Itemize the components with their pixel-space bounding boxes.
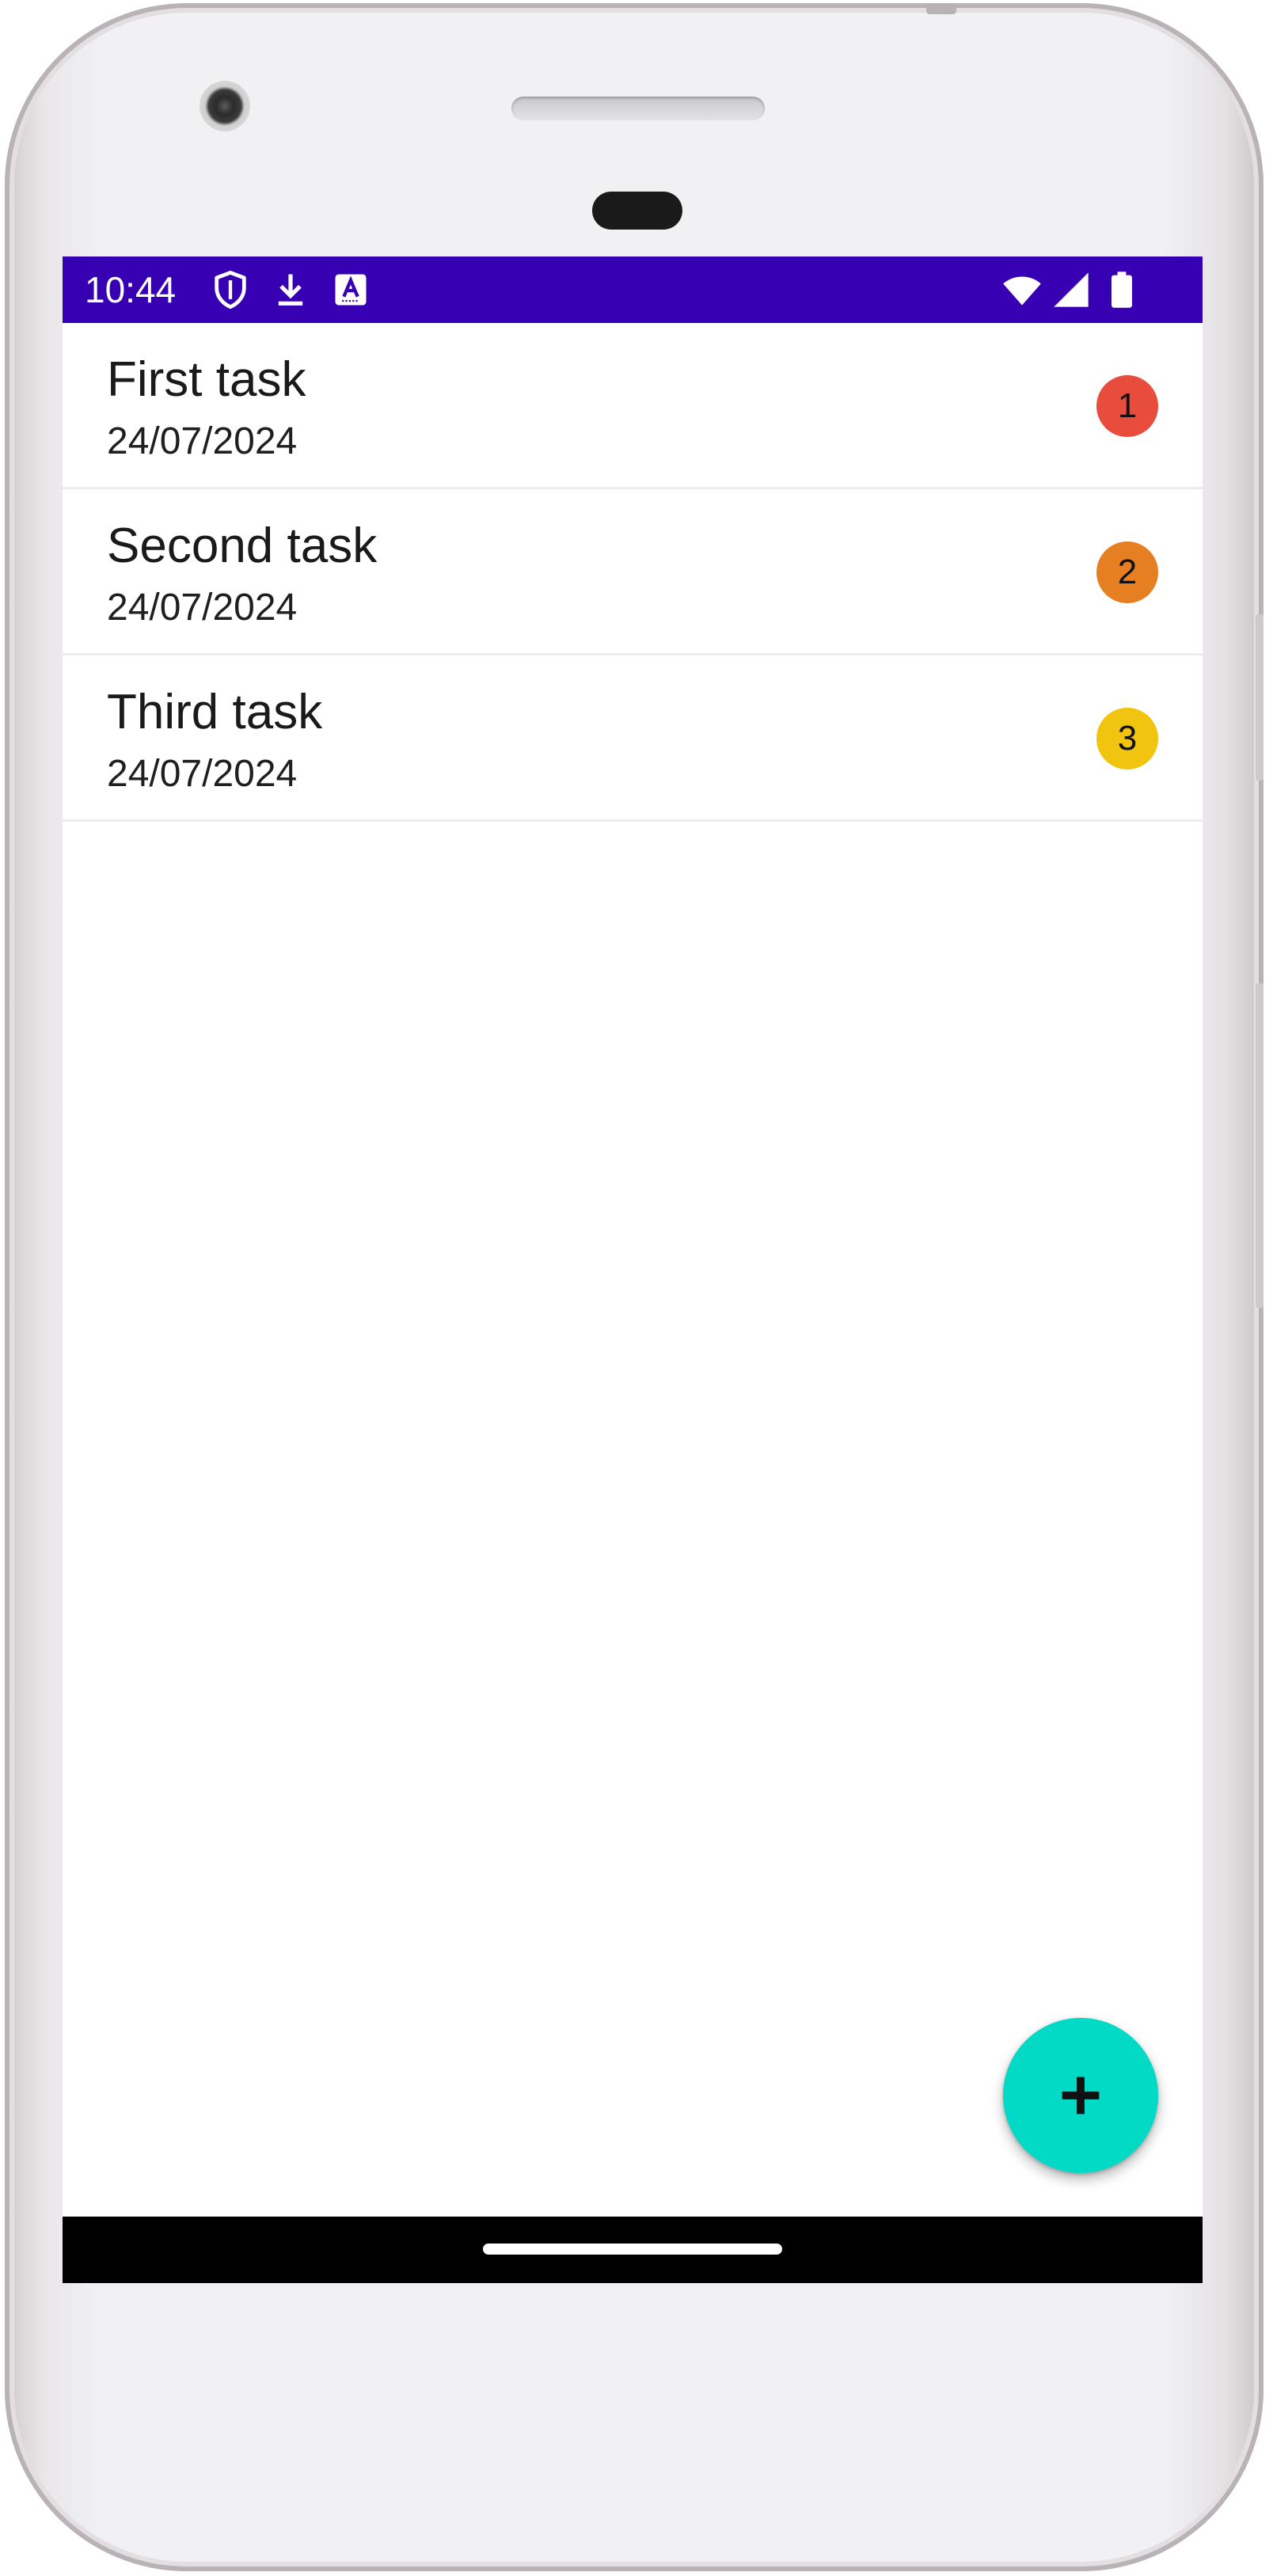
- task-date: 24/07/2024: [107, 753, 298, 795]
- cellular-signal-icon: [1054, 272, 1089, 307]
- task-title: Third task: [107, 685, 323, 739]
- app-screen: 10:44 First task 24/07/2024 1 Second tas…: [63, 256, 1203, 2283]
- task-row[interactable]: Second task 24/07/2024 2: [63, 489, 1203, 655]
- earpiece-speaker: [511, 97, 765, 120]
- task-row[interactable]: First task 24/07/2024 1: [63, 323, 1203, 489]
- task-date: 24/07/2024: [107, 587, 298, 629]
- front-camera: [200, 81, 250, 131]
- priority-badge: 1: [1096, 375, 1158, 437]
- keyboard-a-icon: [335, 274, 367, 306]
- home-gesture-handle[interactable]: [483, 2244, 782, 2255]
- device-top-edge: [926, 3, 956, 14]
- proximity-sensor: [592, 192, 682, 230]
- power-button: [1256, 983, 1264, 1308]
- volume-button: [1256, 614, 1264, 781]
- status-bar: 10:44: [63, 256, 1203, 323]
- add-task-button[interactable]: [1003, 2018, 1158, 2173]
- download-icon: [278, 274, 303, 306]
- priority-badge: 3: [1096, 708, 1158, 769]
- task-title: Second task: [107, 519, 378, 573]
- task-date: 24/07/2024: [107, 420, 298, 462]
- wifi-icon: [1003, 276, 1041, 306]
- shield-icon: [215, 270, 246, 310]
- status-time: 10:44: [85, 269, 177, 310]
- plus-icon: [1062, 2076, 1100, 2114]
- task-row[interactable]: Third task 24/07/2024 3: [63, 655, 1203, 822]
- task-list: First task 24/07/2024 1 Second task 24/0…: [63, 323, 1203, 822]
- task-title: First task: [107, 352, 306, 407]
- navigation-bar: [63, 2217, 1203, 2283]
- battery-icon: [1112, 272, 1132, 308]
- priority-badge: 2: [1096, 541, 1158, 603]
